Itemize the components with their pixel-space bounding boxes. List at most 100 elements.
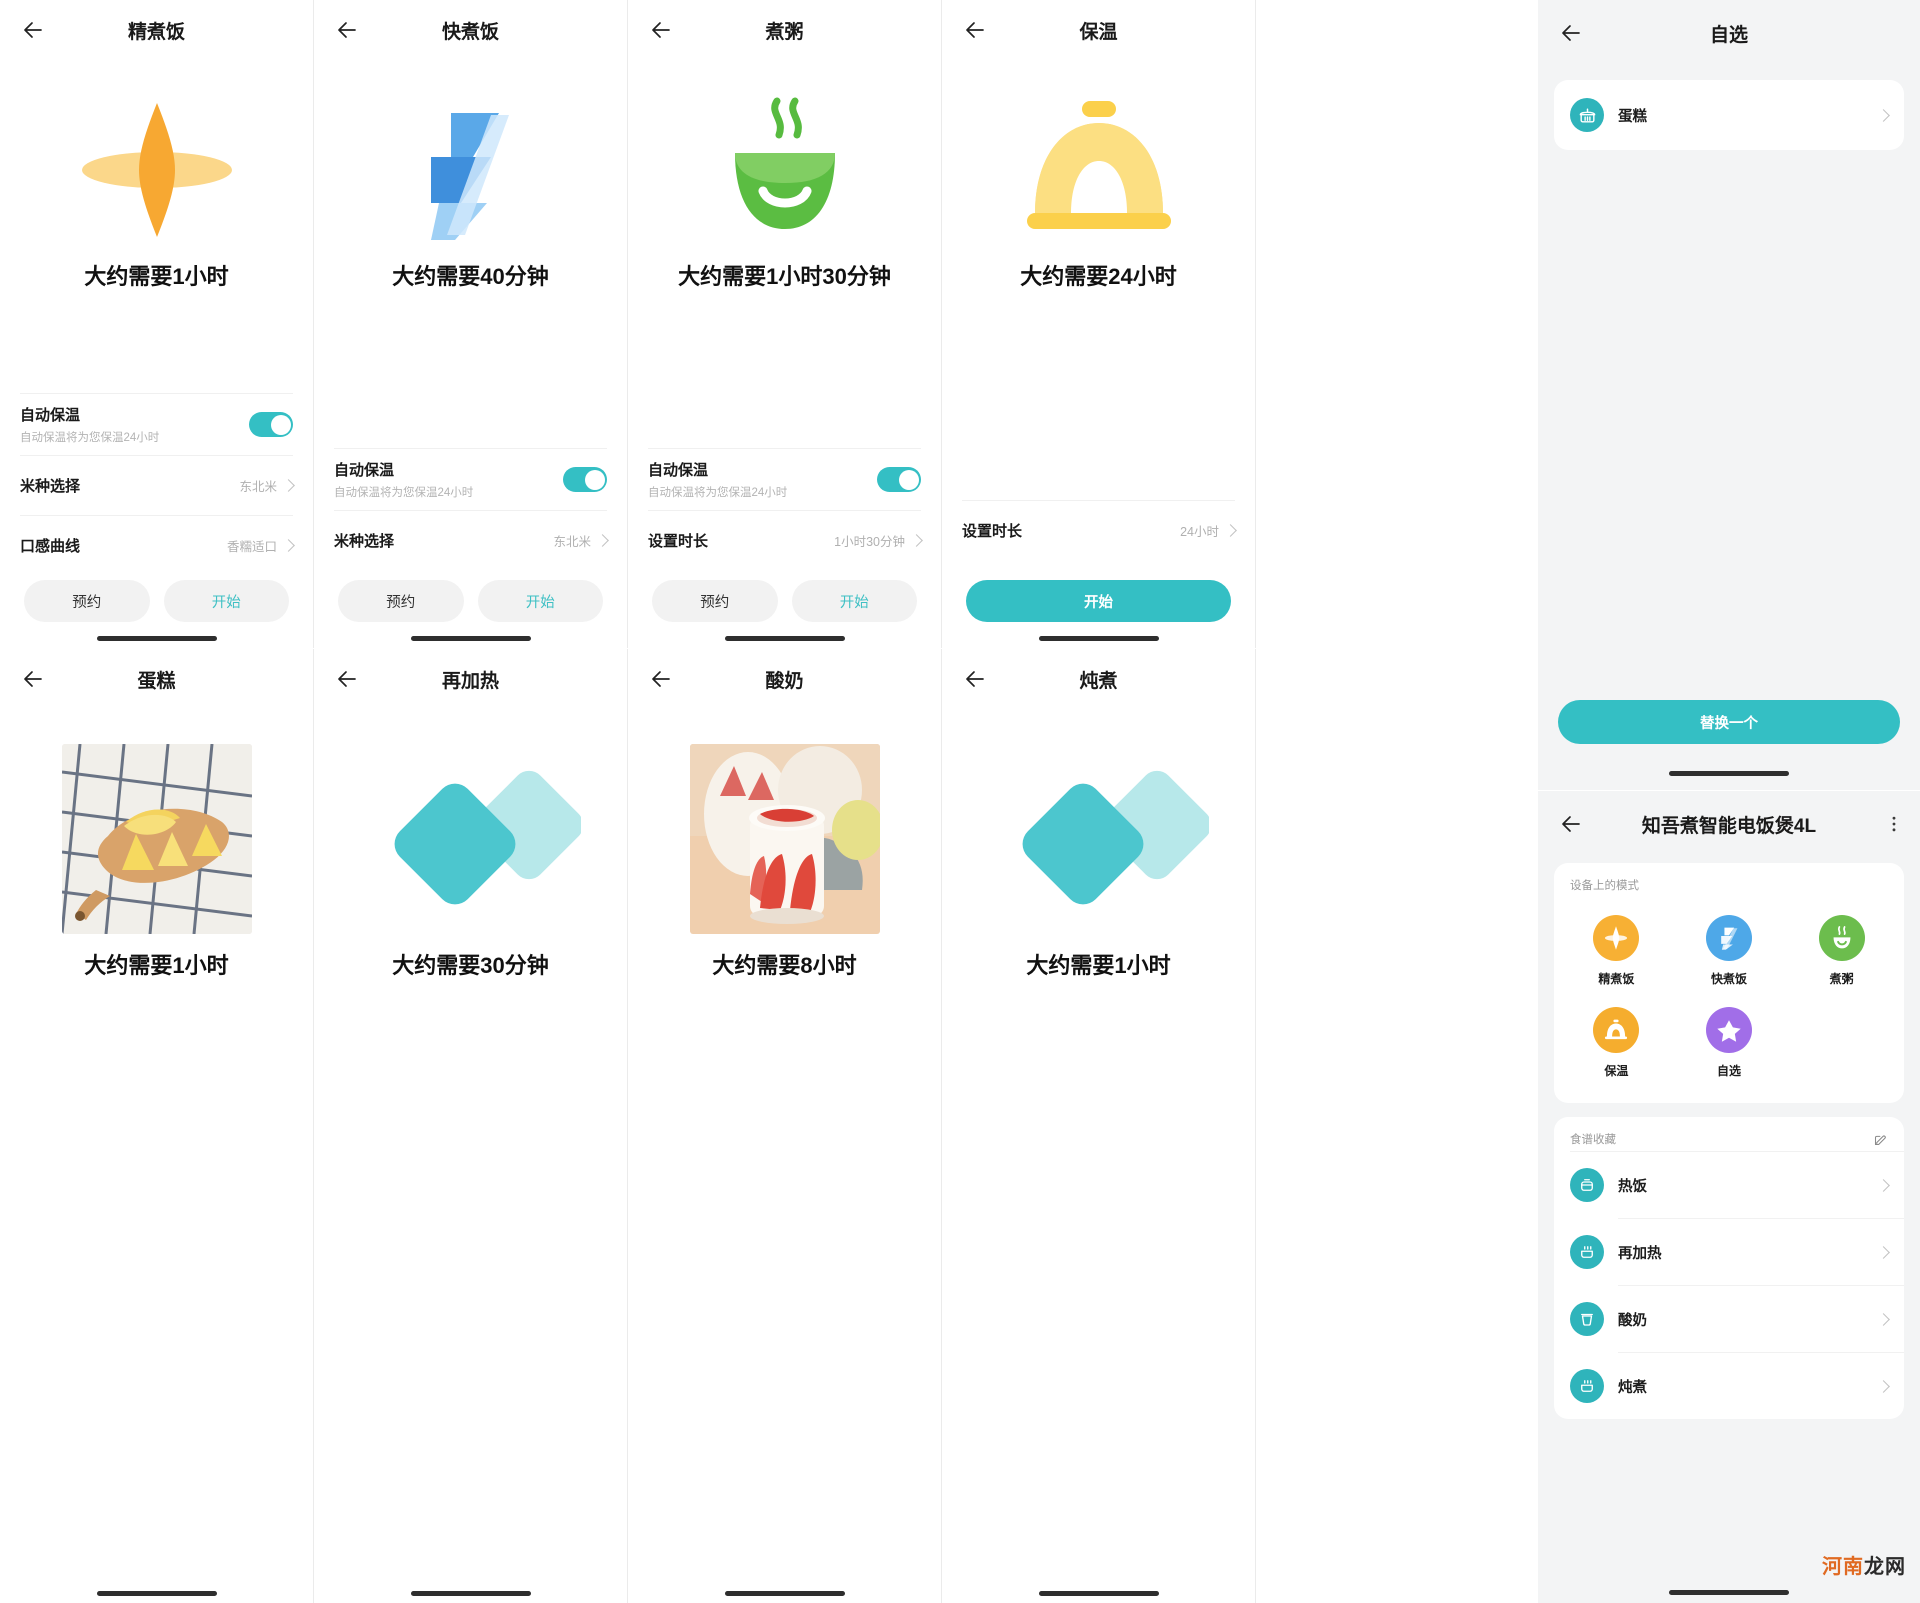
screen-device-detail: 知吾煮智能电饭煲4L 设备上的模式 精煮饭 快煮饭 煮粥 保温 自选 食谱收藏 … bbox=[1538, 791, 1920, 1603]
list-item-label: 酸奶 bbox=[1618, 1312, 1647, 1329]
row-taste-curve[interactable]: 口感曲线 香糯适口 bbox=[20, 515, 295, 575]
mode-kuai-zhu-fan[interactable]: 快煮饭 bbox=[1673, 907, 1786, 995]
reheat-icon bbox=[1570, 1235, 1604, 1269]
topbar: 炖煮 bbox=[942, 649, 1255, 709]
sparkle-icon bbox=[1593, 915, 1640, 961]
row-rice-type[interactable]: 米种选择 东北米 bbox=[334, 510, 609, 570]
home-indicator bbox=[1669, 1590, 1789, 1595]
home-indicator bbox=[410, 636, 531, 641]
home-indicator bbox=[1669, 771, 1789, 776]
start-button[interactable]: 开始 bbox=[791, 580, 917, 622]
mode-bao-wen[interactable]: 保温 bbox=[1560, 999, 1673, 1087]
home-indicator bbox=[96, 1591, 217, 1596]
list-item-cake[interactable]: 蛋糕 bbox=[1554, 80, 1904, 150]
hero-caption: 大约需要40分钟 bbox=[392, 264, 549, 289]
list-item-label: 炖煮 bbox=[1618, 1379, 1647, 1396]
more-vertical-icon[interactable] bbox=[1884, 814, 1904, 834]
auto-keep-warm-toggle[interactable] bbox=[877, 467, 921, 492]
star-icon bbox=[1705, 1007, 1752, 1053]
row-rice-type[interactable]: 米种选择 东北米 bbox=[20, 455, 295, 515]
hero: 大约需要24小时 bbox=[942, 95, 1255, 291]
mode-label: 自选 bbox=[1716, 1064, 1741, 1078]
back-icon[interactable] bbox=[1554, 807, 1588, 841]
divider bbox=[1255, 649, 1256, 1603]
row-set-duration[interactable]: 设置时长 24小时 bbox=[962, 500, 1237, 560]
back-icon[interactable] bbox=[16, 13, 50, 47]
screen-jing-zhu-fan: 精煮饭 大约需要1小时 自动保温 自动保温将为您保温24小时 米种选择 东北米 … bbox=[0, 0, 313, 648]
hero-caption: 大约需要30分钟 bbox=[392, 953, 549, 978]
row-value: 24小时 bbox=[1180, 525, 1219, 539]
home-indicator bbox=[1038, 1591, 1159, 1596]
topbar: 保温 bbox=[942, 0, 1255, 60]
list-item-re-fan[interactable]: 热饭 bbox=[1554, 1152, 1904, 1218]
bolt-icon bbox=[1705, 915, 1752, 961]
settings-rows: 自动保温 自动保温将为您保温24小时 米种选择 东北米 bbox=[314, 448, 627, 570]
modes-grid: 精煮饭 快煮饭 煮粥 保温 自选 bbox=[1554, 897, 1904, 1103]
chevron-right-icon bbox=[1877, 1245, 1890, 1259]
yogurt-photo bbox=[689, 744, 880, 934]
screen-dun-zhu: 炖煮 大约需要1小时 自动保温 自动保温将为您保温24小时 设置时长 1小时 预… bbox=[942, 649, 1255, 1603]
hero-caption: 大约需要1小时 bbox=[1026, 953, 1171, 978]
start-button[interactable]: 开始 bbox=[477, 580, 603, 622]
home-indicator bbox=[724, 1591, 845, 1596]
mode-zhu-zhou[interactable]: 煮粥 bbox=[1785, 907, 1898, 995]
row-label: 设置时长 bbox=[962, 523, 1023, 540]
reserve-button[interactable]: 预约 bbox=[338, 580, 464, 622]
row-label: 自动保温 bbox=[20, 407, 81, 424]
topbar: 精煮饭 bbox=[0, 0, 313, 60]
yogurt-cup-icon bbox=[1570, 1302, 1604, 1336]
bolt-blue-icon bbox=[391, 95, 551, 245]
reserve-button[interactable]: 预约 bbox=[24, 580, 150, 622]
action-bar: 替换一个 bbox=[1538, 700, 1920, 744]
back-icon[interactable] bbox=[330, 662, 364, 696]
hero: 大约需要1小时 bbox=[0, 744, 313, 980]
back-icon[interactable] bbox=[958, 662, 992, 696]
list-item-suan-nai[interactable]: 酸奶 bbox=[1554, 1286, 1904, 1352]
home-indicator bbox=[1038, 636, 1159, 641]
mode-zi-xuan[interactable]: 自选 bbox=[1673, 999, 1786, 1087]
settings-rows: 设置时长 24小时 bbox=[942, 500, 1255, 560]
start-button[interactable]: 开始 bbox=[163, 580, 289, 622]
screen-custom-select: 自选 蛋糕 替换一个 bbox=[1538, 0, 1920, 790]
porridge-green-icon bbox=[705, 95, 865, 245]
screen-kuai-zhu-fan: 快煮饭 大约需要40分钟 自动保温 自动保温将为您保温24小时 米种选择 东北米 bbox=[314, 0, 627, 648]
list-item-label: 再加热 bbox=[1618, 1245, 1662, 1262]
reserve-button[interactable]: 预约 bbox=[652, 580, 778, 622]
hero-caption: 大约需要1小时30分钟 bbox=[678, 264, 891, 289]
back-icon[interactable] bbox=[644, 662, 678, 696]
chevron-right-icon bbox=[282, 479, 295, 492]
list-item-zai-jia-re[interactable]: 再加热 bbox=[1554, 1219, 1904, 1285]
screen-zhu-zhou: 煮粥 大约需要1小时30分钟 自动保温 自动保温将为您保温24小时 设置时长 1… bbox=[628, 0, 941, 648]
back-icon[interactable] bbox=[16, 662, 50, 696]
row-set-duration[interactable]: 设置时长 1小时30分钟 bbox=[648, 510, 923, 570]
back-icon[interactable] bbox=[644, 13, 678, 47]
back-icon[interactable] bbox=[958, 13, 992, 47]
row-value: 东北米 bbox=[239, 480, 277, 494]
cake-icon bbox=[1570, 98, 1604, 132]
row-auto-keep-warm[interactable]: 自动保温 自动保温将为您保温24小时 bbox=[20, 393, 293, 455]
dome-icon bbox=[1593, 1007, 1640, 1053]
topbar: 自选 bbox=[1538, 0, 1920, 66]
mode-jing-zhu-fan[interactable]: 精煮饭 bbox=[1560, 907, 1673, 995]
row-auto-keep-warm[interactable]: 自动保温 自动保温将为您保温24小时 bbox=[334, 448, 607, 510]
replace-one-button[interactable]: 替换一个 bbox=[1558, 700, 1900, 744]
back-icon[interactable] bbox=[1554, 16, 1588, 50]
start-button[interactable]: 开始 bbox=[966, 580, 1231, 622]
hero-caption: 大约需要1小时 bbox=[84, 953, 229, 978]
auto-keep-warm-toggle[interactable] bbox=[563, 467, 607, 492]
screen-dan-gao: 蛋糕 大约需要1小时 bbox=[0, 649, 313, 1603]
list-item-dun-zhu[interactable]: 炖煮 bbox=[1554, 1353, 1904, 1419]
row-label: 口感曲线 bbox=[20, 538, 81, 555]
rice-bowl-icon bbox=[1570, 1168, 1604, 1202]
hero: 大约需要1小时 bbox=[0, 95, 313, 291]
topbar: 快煮饭 bbox=[314, 0, 627, 60]
back-icon[interactable] bbox=[330, 13, 364, 47]
row-value: 香糯适口 bbox=[226, 540, 277, 554]
edit-icon[interactable] bbox=[1873, 1132, 1888, 1147]
row-auto-keep-warm[interactable]: 自动保温 自动保温将为您保温24小时 bbox=[648, 448, 921, 510]
auto-keep-warm-toggle[interactable] bbox=[249, 412, 293, 437]
home-indicator bbox=[410, 1591, 531, 1596]
list-item-label: 蛋糕 bbox=[1618, 108, 1647, 125]
porridge-icon bbox=[1818, 915, 1865, 961]
row-label: 自动保温 bbox=[334, 462, 395, 479]
